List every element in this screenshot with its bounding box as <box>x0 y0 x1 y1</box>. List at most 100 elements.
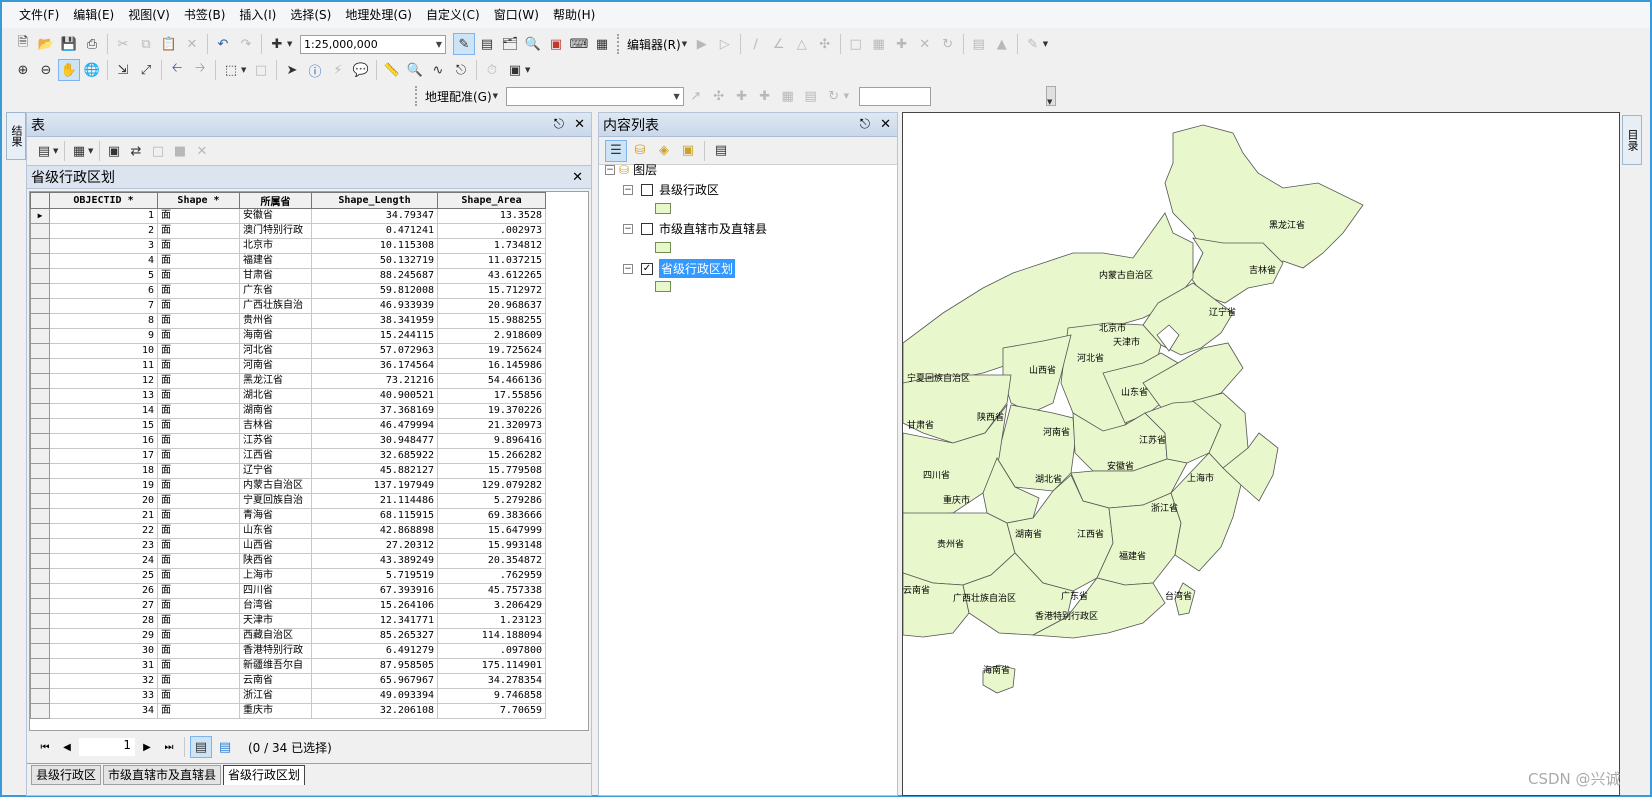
table-row[interactable]: 30 面香港特别行政 6.491279.097800 <box>30 643 546 659</box>
cell-shape-area[interactable]: 2.918609 <box>437 328 546 344</box>
cell-shape[interactable]: 面 <box>157 643 240 659</box>
chevron-down-icon[interactable]: ▼ <box>493 92 501 100</box>
layer-visibility-checkbox[interactable] <box>641 183 653 196</box>
table-row[interactable]: 3 面北京市 10.115308 1.734812 <box>30 238 546 254</box>
cell-shape-area[interactable]: 5.279286 <box>437 493 546 509</box>
cell-shape-area[interactable]: 1.23123 <box>437 613 546 629</box>
straight-segment-icon[interactable]: ∕ <box>745 33 767 55</box>
cell-province[interactable]: 河北省 <box>239 343 312 359</box>
cell-province[interactable]: 青海省 <box>239 508 312 524</box>
cell-shape-length[interactable]: 85.265327 <box>311 628 438 644</box>
table-row[interactable]: 28 面天津市 12.341771 1.23123 <box>30 613 546 629</box>
cell-shape[interactable]: 面 <box>157 238 240 254</box>
row-selector[interactable] <box>30 373 50 389</box>
cell-shape-length[interactable]: 12.341771 <box>311 613 438 629</box>
cell-province[interactable]: 内蒙古自治区 <box>239 478 312 494</box>
edit-vertices-icon[interactable]: □ <box>845 33 867 55</box>
row-selector[interactable] <box>30 448 50 464</box>
toc-layer-city[interactable]: − 市级直辖市及直辖县 <box>623 220 767 237</box>
collapse-icon[interactable]: − <box>605 164 615 175</box>
cell-shape[interactable]: 面 <box>157 613 240 629</box>
cell-province[interactable]: 福建省 <box>239 253 312 269</box>
georef-layer-combo[interactable]: ▼ <box>505 86 684 106</box>
cell-shape-area[interactable]: 34.278354 <box>437 673 546 689</box>
cell-objectid[interactable]: 22 <box>49 523 158 539</box>
column-header-shape-area[interactable]: Shape_Area <box>437 192 546 209</box>
rotate-icon[interactable]: ↻ <box>937 33 959 55</box>
cell-shape-area[interactable]: 19.370226 <box>437 403 546 419</box>
cell-shape-length[interactable]: 137.197949 <box>311 478 438 494</box>
cell-shape-length[interactable]: 34.79347 <box>311 208 438 224</box>
cell-shape-length[interactable]: 67.393916 <box>311 583 438 599</box>
cell-objectid[interactable]: 1 <box>49 208 158 224</box>
cell-province[interactable]: 江西省 <box>239 448 312 464</box>
cell-objectid[interactable]: 29 <box>49 628 158 644</box>
cell-shape[interactable]: 面 <box>157 583 240 599</box>
select-features-icon[interactable]: ⬚ <box>220 59 242 81</box>
row-selector[interactable] <box>30 583 50 599</box>
row-selector[interactable] <box>30 463 50 479</box>
sketch-properties-icon[interactable]: ▲ <box>991 33 1013 55</box>
cell-province[interactable]: 海南省 <box>239 328 312 344</box>
cell-objectid[interactable]: 13 <box>49 388 158 404</box>
cell-shape-area[interactable]: 43.612265 <box>437 268 546 284</box>
view-links-icon[interactable]: ▤ <box>800 85 822 107</box>
cell-objectid[interactable]: 18 <box>49 463 158 479</box>
cell-shape[interactable]: 面 <box>157 688 240 704</box>
table-row[interactable]: 27 面台湾省 15.264106 3.206429 <box>30 598 546 614</box>
cell-objectid[interactable]: 20 <box>49 493 158 509</box>
copy-icon[interactable]: ⧉ <box>135 33 157 55</box>
save-icon[interactable]: 💾 <box>58 33 80 55</box>
cell-shape[interactable]: 面 <box>157 493 240 509</box>
cell-objectid[interactable]: 9 <box>49 328 158 344</box>
cell-shape[interactable]: 面 <box>157 553 240 569</box>
row-selector[interactable] <box>30 643 50 659</box>
last-record-icon[interactable]: ⏭ <box>159 742 179 753</box>
cell-objectid[interactable]: 17 <box>49 448 158 464</box>
cell-objectid[interactable]: 15 <box>49 418 158 434</box>
cell-objectid[interactable]: 5 <box>49 268 158 284</box>
map-display[interactable]: 黑龙江省 吉林省 内蒙古自治区 辽宁省 北京市 天津市 河北省 山西省 宁夏回族… <box>902 112 1620 796</box>
table-row[interactable]: 31 面新疆维吾尔自 87.958505 175.114901 <box>30 658 546 674</box>
clear-selection-icon[interactable]: □ <box>250 59 272 81</box>
cell-shape[interactable]: 面 <box>157 448 240 464</box>
cell-objectid[interactable]: 14 <box>49 403 158 419</box>
cell-shape-length[interactable]: 50.132719 <box>311 253 438 269</box>
cell-province[interactable]: 北京市 <box>239 238 312 254</box>
cell-shape-area[interactable]: 15.712972 <box>437 283 546 299</box>
cell-shape-area[interactable]: .762959 <box>437 568 546 584</box>
cell-shape[interactable]: 面 <box>157 388 240 404</box>
switch-selection-icon[interactable]: ⇄ <box>125 140 147 162</box>
cell-shape-area[interactable]: 15.647999 <box>437 523 546 539</box>
row-selector[interactable] <box>30 418 50 434</box>
cell-province[interactable]: 贵州省 <box>239 313 312 329</box>
cell-shape-area[interactable]: 9.896416 <box>437 433 546 449</box>
row-selector[interactable] <box>30 628 50 644</box>
table-row[interactable]: 4 面福建省 50.132719 11.037215 <box>30 253 546 269</box>
first-record-icon[interactable]: ⏮ <box>35 742 55 753</box>
previous-record-icon[interactable]: ◀ <box>57 742 77 753</box>
table-row[interactable]: 24 面陕西省 43.389249 20.354872 <box>30 553 546 569</box>
tab-city-level[interactable]: 市级直辖市及直辖县 <box>103 765 222 785</box>
cell-shape-area[interactable]: 15.993148 <box>437 538 546 554</box>
row-selector[interactable] <box>30 253 50 269</box>
html-popup-icon[interactable]: 💬 <box>350 59 372 81</box>
menu-help[interactable]: 帮助(H) <box>546 4 602 26</box>
cell-objectid[interactable]: 26 <box>49 583 158 599</box>
list-by-source-icon[interactable]: ⛁ <box>629 140 651 162</box>
cell-shape-length[interactable]: 37.368169 <box>311 403 438 419</box>
cell-shape[interactable]: 面 <box>157 268 240 284</box>
cell-shape-area[interactable]: 17.55856 <box>437 388 546 404</box>
undo-icon[interactable]: ↶ <box>212 33 234 55</box>
row-selector[interactable] <box>30 358 50 374</box>
create-features-icon[interactable]: ✎ <box>1022 33 1044 55</box>
cell-shape[interactable]: 面 <box>157 253 240 269</box>
layer-symbol-swatch[interactable] <box>655 203 671 214</box>
cell-shape-area[interactable]: .002973 <box>437 223 546 239</box>
collapse-icon[interactable]: − <box>623 263 633 274</box>
cell-shape-length[interactable]: 15.264106 <box>311 598 438 614</box>
row-selector[interactable] <box>30 673 50 689</box>
row-selector[interactable] <box>30 223 50 239</box>
chevron-down-icon[interactable]: ▼ <box>1043 40 1051 48</box>
measure-icon[interactable]: 📏 <box>381 59 403 81</box>
